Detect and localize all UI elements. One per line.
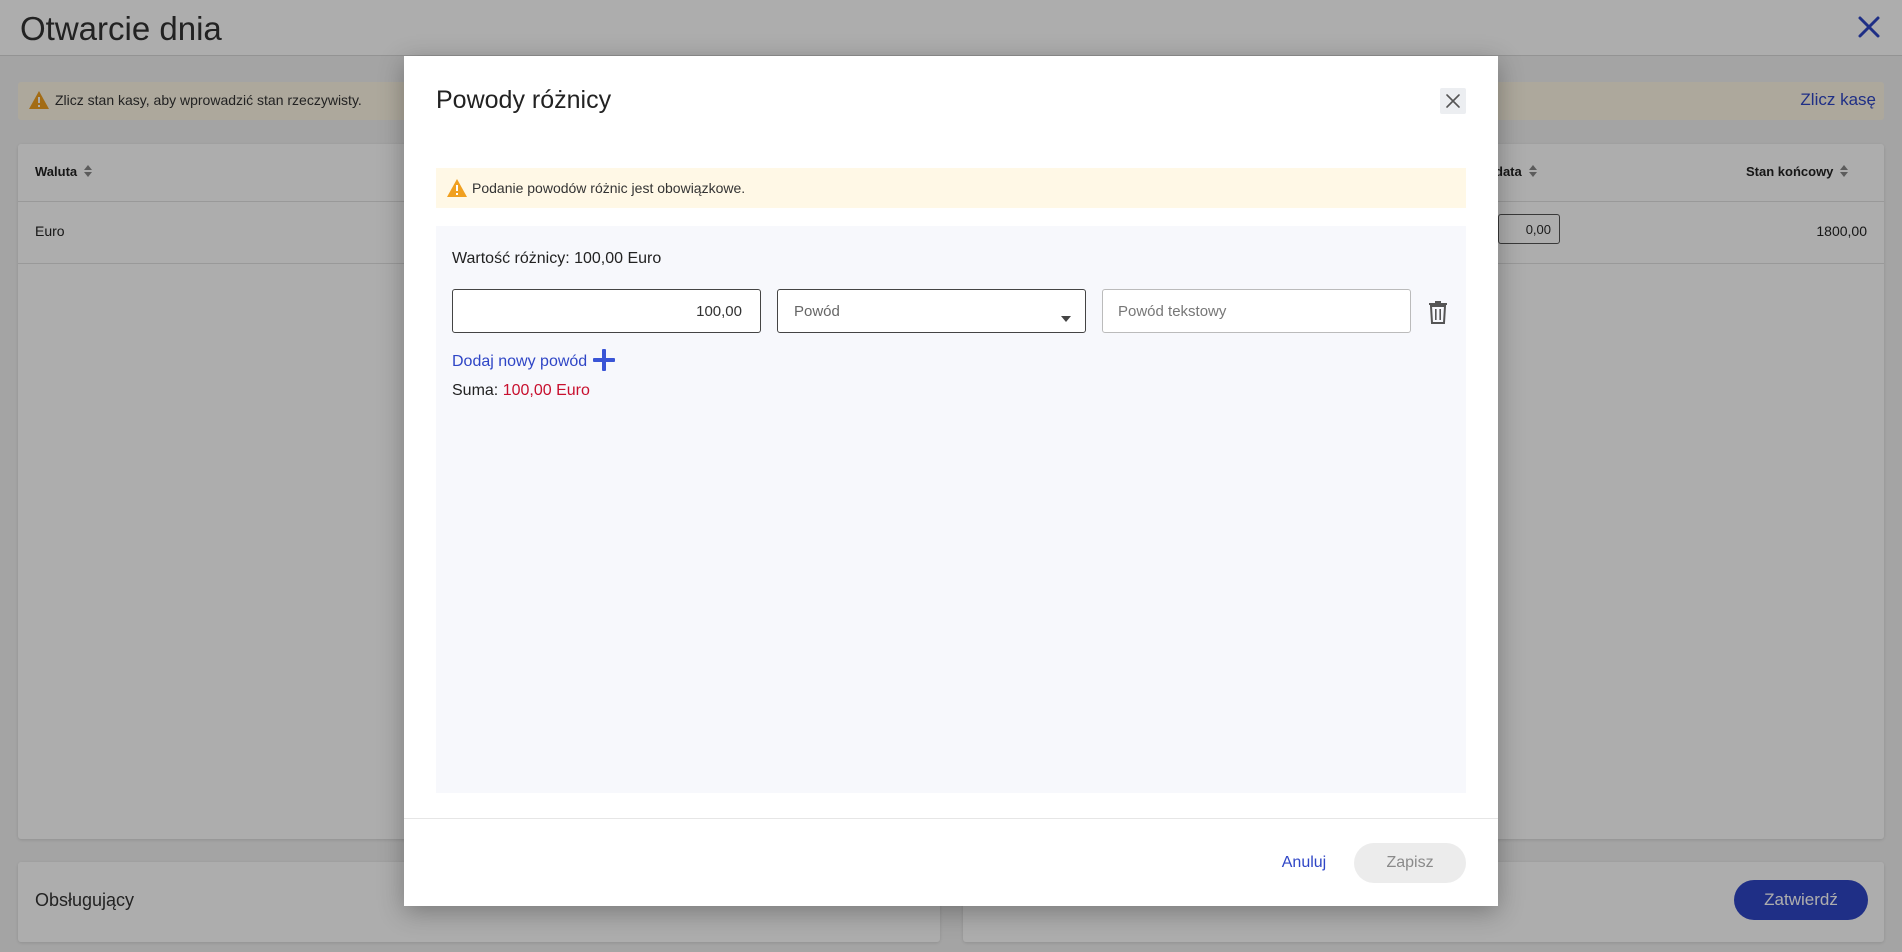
cancel-button[interactable]: Anuluj: [1264, 843, 1344, 883]
modal-title: Powody różnicy: [436, 86, 612, 114]
close-icon: [1446, 94, 1460, 108]
warning-icon: [446, 178, 468, 203]
reason-select-placeholder: Powód: [794, 303, 840, 320]
modal-close-button[interactable]: [1440, 88, 1466, 114]
save-button[interactable]: Zapisz: [1354, 843, 1466, 883]
reason-amount-input[interactable]: [452, 289, 761, 333]
mandatory-reasons-alert: Podanie powodów różnic jest obowiązkowe.: [436, 168, 1466, 208]
delete-reason-button[interactable]: [1426, 300, 1450, 324]
reasons-panel: Wartość różnicy: 100,00 Euro Powód Dodaj…: [436, 226, 1466, 793]
footer-divider: [404, 818, 1498, 819]
text-reason-input[interactable]: [1102, 289, 1411, 333]
sum-row: Suma: 100,00 Euro: [452, 382, 590, 400]
difference-reasons-modal: Powody różnicy Podanie powodów różnic je…: [404, 56, 1498, 906]
difference-value-label: Wartość różnicy: 100,00 Euro: [452, 250, 662, 267]
sum-value: 100,00 Euro: [502, 382, 590, 399]
trash-icon: [1429, 301, 1447, 324]
sum-label: Suma:: [452, 382, 499, 399]
add-reason-label: Dodaj nowy powód: [452, 353, 588, 370]
alert-text: Podanie powodów różnic jest obowiązkowe.: [472, 180, 746, 196]
reason-select[interactable]: Powód: [777, 289, 1086, 333]
plus-icon: [591, 347, 617, 378]
chevron-down-icon: [1061, 309, 1071, 327]
add-reason-button[interactable]: Dodaj nowy powód: [452, 348, 617, 376]
